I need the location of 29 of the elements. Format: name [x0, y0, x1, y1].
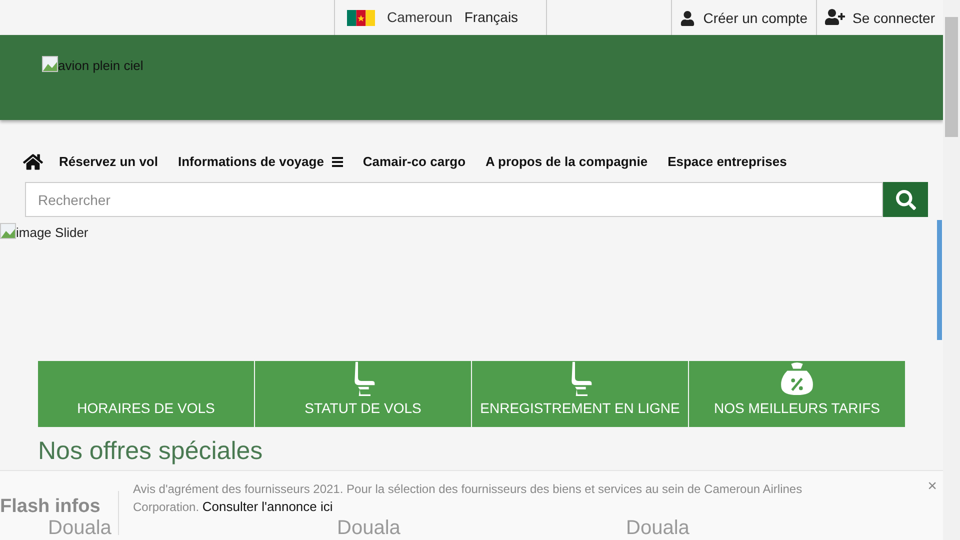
section-heading: Nos offres spéciales: [37, 437, 264, 465]
flag-icon: [347, 10, 375, 26]
feature-label: STATUT DE VOLS: [304, 399, 422, 418]
flash-title: Flash infos: [0, 495, 102, 519]
nav-link[interactable]: A propos de la compagnie: [486, 152, 648, 172]
search-button[interactable]: [883, 182, 928, 217]
announcement-link[interactable]: Consulter l'annonce ici: [202, 499, 333, 514]
feature-label: NOS MEILLEURS TARIFS: [714, 399, 880, 418]
logo-alt-text: avion plein ciel: [58, 57, 144, 75]
flash-message: Avis d'agrément des fournisseurs 2021. Pour la sélection des fournisseurs des biens et services au sein de Cameroun Airlines Corporation. Consulter l'annonce ici: [133, 481, 804, 516]
nav-link[interactable]: Espace entreprises: [668, 152, 787, 172]
country-link[interactable]: Cameroun: [387, 7, 452, 28]
home-icon[interactable]: [23, 152, 43, 172]
nav-link[interactable]: Réservez un vol: [59, 152, 158, 172]
offer-city: Douala: [48, 516, 112, 540]
feature-label: ENREGISTREMENT EN LIGNE: [480, 399, 680, 418]
offer-city: Douala: [626, 516, 690, 540]
nav-link[interactable]: Camair-co cargo: [362, 152, 466, 172]
search-icon: [896, 190, 916, 210]
feature-label: HORAIRES DE VOLS: [77, 399, 215, 418]
user-icon: [680, 11, 696, 26]
purse-icon: [779, 361, 815, 396]
offer-city: Douala: [337, 516, 401, 540]
slider-alt-text: image Slider: [16, 224, 88, 242]
user-plus-icon: [824, 7, 844, 27]
broken-image-icon: [42, 56, 58, 72]
nav-link[interactable]: Informations de voyage: [178, 152, 343, 172]
search-field[interactable]: Rechercher: [25, 182, 883, 217]
language-link[interactable]: Français: [464, 7, 518, 28]
